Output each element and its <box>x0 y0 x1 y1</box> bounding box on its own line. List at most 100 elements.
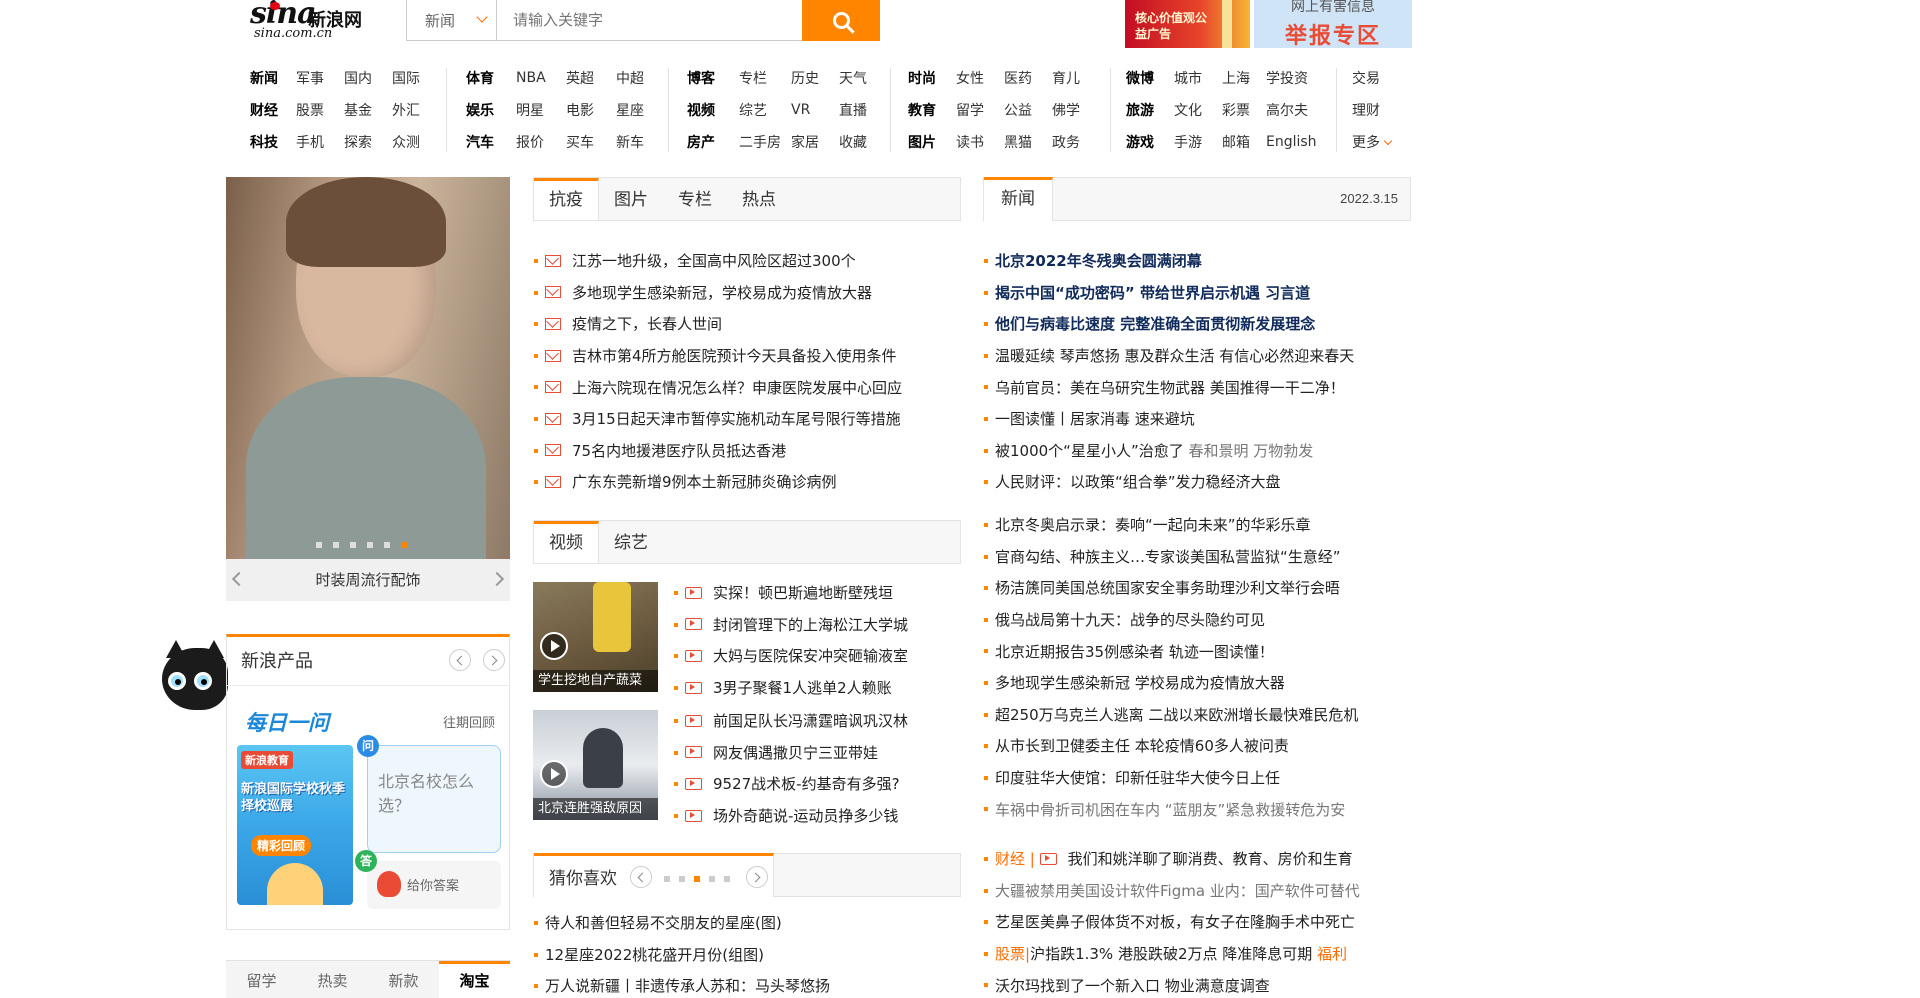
list-item[interactable]: 场外奇葩说-运动员挣多少钱 <box>673 800 973 832</box>
list-item[interactable]: 被1000个“星星小人”治愈了 春和景明 万物勃发 <box>983 435 1413 467</box>
nav-link[interactable]: 女性 <box>956 68 1004 88</box>
news-link[interactable]: 12星座2022桃花盛开月份(组图) <box>545 944 764 965</box>
list-item[interactable]: 上海六院现在情况怎么样？申康医院发展中心回应 <box>533 371 963 403</box>
answer-button[interactable]: 给你答案 <box>367 861 501 909</box>
news-link[interactable]: 多地现学生感染新冠 学校易成为疫情放大器 <box>995 672 1285 693</box>
list-item[interactable]: 12星座2022桃花盛开月份(组图) <box>533 939 963 971</box>
news-link[interactable]: 待人和善但轻易不交朋友的星座(图) <box>545 912 782 933</box>
news-link[interactable]: 吉林市第4所方舱医院预计今天具备投入使用条件 <box>572 345 897 366</box>
list-item[interactable]: 股票| 沪指跌1.3% 港股跌破2万点 降准降息可期 福利 <box>983 938 1413 970</box>
list-item[interactable]: 揭示中国“成功密码” 带给世界启示机遇 习言道 <box>983 277 1413 309</box>
guess-dot[interactable] <box>694 876 700 882</box>
play-icon[interactable] <box>540 760 568 788</box>
slider-dot[interactable] <box>401 542 407 548</box>
nav-link[interactable]: 手机 <box>296 132 344 152</box>
list-item[interactable]: 车祸中骨折司机困在车内 “蓝朋友”紧急救援转危为安 <box>983 793 1413 825</box>
finance-channel-link[interactable]: 财经 | <box>995 848 1035 869</box>
search-button[interactable] <box>802 0 880 41</box>
list-item[interactable]: 人民财评：以政策“组合拳”发力稳经济大盘 <box>983 466 1413 498</box>
slider-caption[interactable]: 时装周流行配饰 <box>226 559 510 601</box>
nav-link[interactable]: 交易 <box>1352 68 1380 88</box>
news-link[interactable]: 他们与病毒比速度 完整准确全面贯彻新发展理念 <box>995 313 1315 334</box>
nav-link[interactable]: 历史 <box>791 68 839 88</box>
list-item[interactable]: 艺星医美鼻子假体货不对板，有女子在隆胸手术中死亡 <box>983 906 1413 938</box>
guess-dot[interactable] <box>709 876 715 882</box>
news-link[interactable]: 3月15日起天津市暂停实施机动车尾号限行等措施 <box>572 408 901 429</box>
nav-link[interactable]: 直播 <box>839 100 885 120</box>
slider-dot[interactable] <box>316 542 322 548</box>
tab-taobao[interactable]: 淘宝 <box>439 961 510 998</box>
guess-prev-icon[interactable] <box>630 866 652 888</box>
nav-link[interactable]: 收藏 <box>839 132 885 152</box>
nav-link[interactable]: 彩票 <box>1222 100 1266 120</box>
tab-variety[interactable]: 综艺 <box>599 521 663 563</box>
list-item[interactable]: 75名内地援港医疗队员抵达香港 <box>533 435 963 467</box>
list-item[interactable]: 网友偶遇撒贝宁三亚带娃 <box>673 737 973 769</box>
news-link[interactable]: 人民财评：以政策“组合拳”发力稳经济大盘 <box>995 471 1281 492</box>
list-item[interactable]: 3男子聚餐1人逃单2人赖账 <box>673 672 973 704</box>
list-item[interactable]: 俄乌战局第十九天：战争的尽头隐约可见 <box>983 604 1413 636</box>
guess-dot[interactable] <box>664 876 670 882</box>
stock-channel-link[interactable]: 股票| <box>995 943 1030 964</box>
nav-link[interactable]: 天气 <box>839 68 885 88</box>
search-category-select[interactable]: 新闻 <box>407 0 497 40</box>
news-link[interactable]: 被1000个“星星小人”治愈了 <box>995 440 1184 461</box>
news-link[interactable]: 北京近期报告35例感染者 轨迹一图读懂！ <box>995 641 1274 662</box>
news-link[interactable]: 上海六院现在情况怎么样？申康医院发展中心回应 <box>572 377 902 398</box>
list-item[interactable]: 沃尔玛找到了一个新入口 物业满意度调查 <box>983 969 1413 998</box>
video-link[interactable]: 3男子聚餐1人逃单2人赖账 <box>713 677 892 698</box>
video-thumb[interactable]: 北京连胜强敌原因 <box>533 710 658 820</box>
news-link[interactable]: 印度驻华大使馆：印新任驻华大使今日上任 <box>995 767 1280 788</box>
nav-link[interactable]: 博客 <box>687 68 739 88</box>
news-link[interactable]: 广东东莞新增9例本土新冠肺炎确诊病例 <box>572 471 837 492</box>
list-item[interactable]: 待人和善但轻易不交朋友的星座(图) <box>533 907 963 939</box>
nav-link[interactable]: 明星 <box>516 100 566 120</box>
nav-link[interactable]: 基金 <box>344 100 392 120</box>
list-item[interactable]: 北京近期报告35例感染者 轨迹一图读懂！ <box>983 635 1413 667</box>
slider-dot[interactable] <box>367 542 373 548</box>
video-link[interactable]: 场外奇葩说-运动员挣多少钱 <box>713 805 898 826</box>
list-item[interactable]: 前国足队长冯潇霆暗讽巩汉林 <box>673 705 973 737</box>
news-link[interactable]: 江苏一地升级，全国高中风险区超过300个 <box>572 250 856 271</box>
list-item[interactable]: 从市长到卫健委主任 本轮疫情60多人被问责 <box>983 730 1413 762</box>
list-item[interactable]: 印度驻华大使馆：印新任驻华大使今日上任 <box>983 762 1413 794</box>
list-item[interactable]: 北京2022年冬残奥会圆满闭幕 <box>983 245 1413 277</box>
nav-link[interactable]: 育儿 <box>1052 68 1098 88</box>
nav-link[interactable]: VR <box>791 102 839 118</box>
nav-link[interactable]: 买车 <box>566 132 616 152</box>
video-link[interactable]: 封闭管理下的上海松江大学城 <box>713 614 908 635</box>
nav-link[interactable]: 娱乐 <box>466 100 516 120</box>
guess-dot[interactable] <box>679 876 685 882</box>
nav-link[interactable]: 体育 <box>466 68 516 88</box>
past-review-link[interactable]: 往期回顾 <box>443 712 495 731</box>
news-link[interactable]: 杨洁篪同美国总统国家安全事务助理沙利文举行会晤 <box>995 577 1340 598</box>
nav-link[interactable]: 城市 <box>1174 68 1222 88</box>
nav-link[interactable]: 教育 <box>908 100 956 120</box>
nav-link[interactable]: 邮箱 <box>1222 132 1266 152</box>
play-icon[interactable] <box>540 632 568 660</box>
nav-link[interactable]: 图片 <box>908 132 956 152</box>
nav-link[interactable]: 国内 <box>344 68 392 88</box>
nav-link[interactable]: 读书 <box>956 132 1004 152</box>
nav-link[interactable]: 星座 <box>616 100 662 120</box>
news-link[interactable]: 我们和姚洋聊了聊消费、教育、房价和生育 <box>1068 848 1353 869</box>
news-link[interactable]: 超250万乌克兰人逃离 二战以来欧洲增长最快难民危机 <box>995 704 1358 725</box>
nav-link[interactable]: 股票 <box>296 100 344 120</box>
nav-link[interactable]: 家居 <box>791 132 839 152</box>
welfare-link[interactable]: 福利 <box>1317 943 1347 964</box>
nav-link[interactable]: 外汇 <box>392 100 440 120</box>
nav-link[interactable]: 公益 <box>1004 100 1052 120</box>
news-link[interactable]: 大疆被禁用美国设计软件Figma 业内：国产软件可替代 <box>995 880 1360 901</box>
news-link[interactable]: 温暖延续 琴声悠扬 惠及群众生活 有信心必然迎来春天 <box>995 345 1354 366</box>
news-link[interactable]: 75名内地援港医疗队员抵达香港 <box>572 440 786 461</box>
sina-logo[interactable]: sina 新浪网 sina.com.cn <box>250 0 380 44</box>
nav-link[interactable]: 上海 <box>1222 68 1266 88</box>
list-item[interactable]: 封闭管理下的上海松江大学城 <box>673 609 973 641</box>
products-prev-icon[interactable] <box>449 649 471 671</box>
news-link[interactable]: 揭示中国“成功密码” 带给世界启示机遇 习言道 <box>995 282 1310 303</box>
list-item[interactable]: 大妈与医院保安冲突砸输液室 <box>673 640 973 672</box>
nav-link[interactable]: 手游 <box>1174 132 1222 152</box>
ad-core-values-banner[interactable]: 核心价值观公益广告 <box>1125 0 1250 48</box>
list-item[interactable]: 财经 | 我们和姚洋聊了聊消费、教育、房价和生育 <box>983 843 1413 875</box>
news-link[interactable]: 俄乌战局第十九天：战争的尽头隐约可见 <box>995 609 1265 630</box>
